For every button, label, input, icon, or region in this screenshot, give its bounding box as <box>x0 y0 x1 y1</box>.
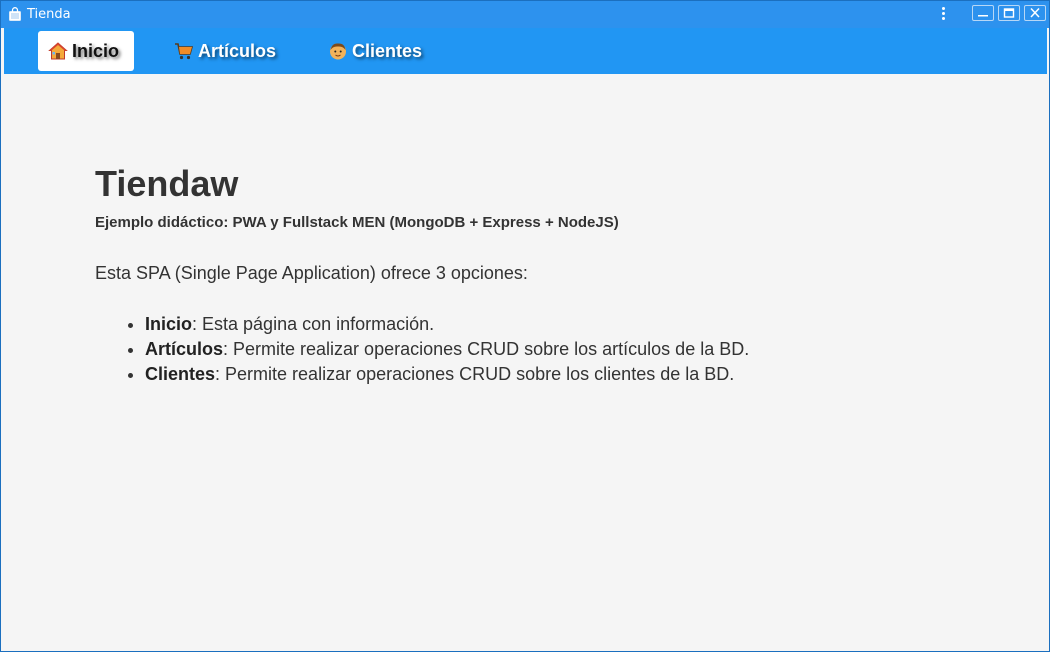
nav-item-inicio[interactable]: Inicio <box>38 31 134 71</box>
window-title: Tienda <box>27 7 71 22</box>
main-content: Tiendaw Ejemplo didáctico: PWA y Fullsta… <box>95 161 995 387</box>
maximize-icon <box>1003 8 1015 18</box>
nav-item-label: Artículos <box>198 40 277 61</box>
page-subtitle: Ejemplo didáctico: PWA y Fullstack MEN (… <box>95 214 619 231</box>
app-window: Tienda Inicio Artículos Clientes Tiendaw… <box>0 0 1050 652</box>
more-options-icon[interactable] <box>937 7 949 23</box>
nav-item-clientes[interactable]: Clientes <box>318 31 438 71</box>
option-name: Clientes <box>145 364 216 384</box>
option-description: : Esta página con información. <box>192 314 435 334</box>
shopping-bag-icon <box>9 7 21 21</box>
intro-text: Esta SPA (Single Page Application) ofrec… <box>95 263 528 283</box>
close-button[interactable] <box>1024 5 1046 21</box>
title-bar[interactable]: Tienda <box>1 1 1049 28</box>
option-description: : Permite realizar operaciones CRUD sobr… <box>215 364 735 384</box>
option-name: Artículos <box>145 339 224 359</box>
nav-item-articulos[interactable]: Artículos <box>164 31 294 71</box>
close-icon <box>1030 8 1040 18</box>
maximize-button[interactable] <box>998 5 1020 21</box>
options-list: Inicio: Esta página con información. Art… <box>95 312 995 387</box>
list-item: Artículos: Permite realizar operaciones … <box>145 337 995 362</box>
list-item: Clientes: Permite realizar operaciones C… <box>145 362 995 387</box>
list-item: Inicio: Esta página con información. <box>145 312 995 337</box>
minimize-icon <box>978 15 988 17</box>
nav-bar: Inicio Artículos Clientes <box>4 28 1047 74</box>
option-name: Inicio <box>145 314 193 334</box>
person-icon <box>330 43 346 60</box>
nav-item-label: Inicio <box>72 40 120 61</box>
home-icon <box>48 42 68 60</box>
shopping-cart-icon <box>175 43 194 60</box>
page-title: Tiendaw <box>95 163 239 204</box>
nav-item-label: Clientes <box>352 40 423 61</box>
minimize-button[interactable] <box>972 5 994 21</box>
option-description: : Permite realizar operaciones CRUD sobr… <box>223 339 750 359</box>
